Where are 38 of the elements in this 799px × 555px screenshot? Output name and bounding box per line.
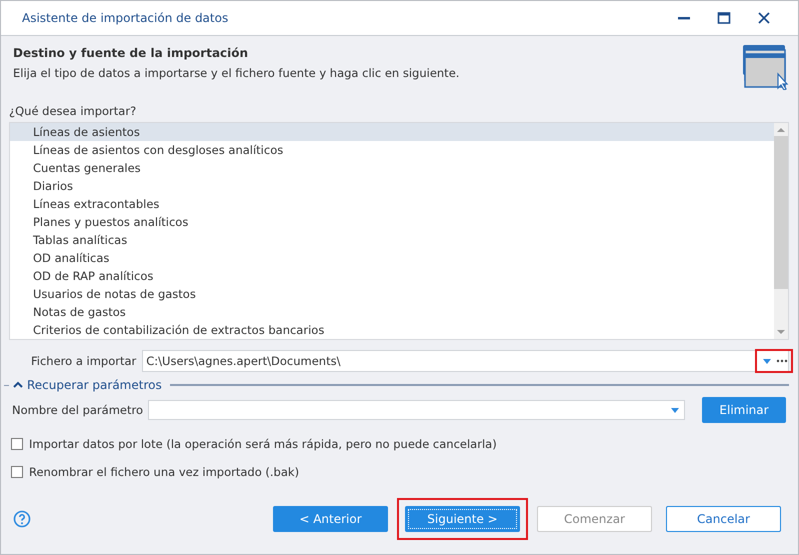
collapse-icon[interactable]	[13, 381, 23, 389]
delete-button[interactable]: Eliminar	[702, 397, 786, 423]
checkbox[interactable]	[11, 438, 23, 450]
scrollbar[interactable]	[774, 123, 788, 339]
list-label: ¿Qué desea importar?	[9, 104, 138, 118]
list-item[interactable]: Cuentas generales	[10, 159, 774, 177]
list-item[interactable]: OD de RAP analíticos	[10, 267, 774, 285]
file-label: Fichero a importar	[31, 354, 136, 368]
list-item[interactable]: Notas de gastos	[10, 303, 774, 321]
list-item[interactable]: Criterios de contabilización de extractos bancarios	[10, 321, 774, 339]
wizard-button[interactable]: Siguiente >	[405, 506, 520, 532]
checkbox-label[interactable]: Renombrar el fichero una vez importado (.bak)	[29, 465, 300, 479]
checkbox-label[interactable]: Importar datos por lote (la operación será más rápida, pero no puede cancelarla)	[29, 437, 497, 451]
window-title: Asistente de importación de datos	[22, 11, 228, 25]
list-item[interactable]: Líneas de asientos	[10, 123, 774, 141]
dropdown-icon[interactable]	[763, 358, 771, 364]
section-title[interactable]: Recuperar parámetros	[27, 378, 162, 392]
list-item[interactable]: Usuarios de notas de gastos	[10, 285, 774, 303]
list-item[interactable]: Planes y puestos analíticos	[10, 213, 774, 231]
scroll-down-icon[interactable]	[777, 329, 785, 335]
window-cursor-icon	[740, 44, 790, 90]
step-description: Elija el tipo de datos a importarse y el fichero fuente y haga clic en siguiente.	[13, 66, 460, 80]
dropdown-icon[interactable]	[671, 408, 679, 412]
list-item[interactable]: Líneas extracontables	[10, 195, 774, 213]
help-icon[interactable]	[13, 510, 31, 528]
more-icon[interactable]	[776, 359, 788, 363]
list-item[interactable]: OD analíticas	[10, 249, 774, 267]
list-item[interactable]: Diarios	[10, 177, 774, 195]
parameter-label: Nombre del parámetro	[12, 403, 143, 417]
wizard-button[interactable]: Cancelar	[666, 506, 781, 532]
list-item[interactable]: Líneas de asientos con desgloses analíticos	[10, 141, 774, 159]
checkbox[interactable]	[11, 466, 23, 478]
scroll-up-icon[interactable]	[777, 127, 785, 133]
step-title: Destino y fuente de la importación	[13, 46, 250, 60]
wizard-button[interactable]: < Anterior	[273, 506, 388, 532]
close-icon[interactable]	[757, 11, 771, 25]
maximize-icon[interactable]	[717, 11, 731, 25]
list-item[interactable]: Tablas analíticas	[10, 231, 774, 249]
